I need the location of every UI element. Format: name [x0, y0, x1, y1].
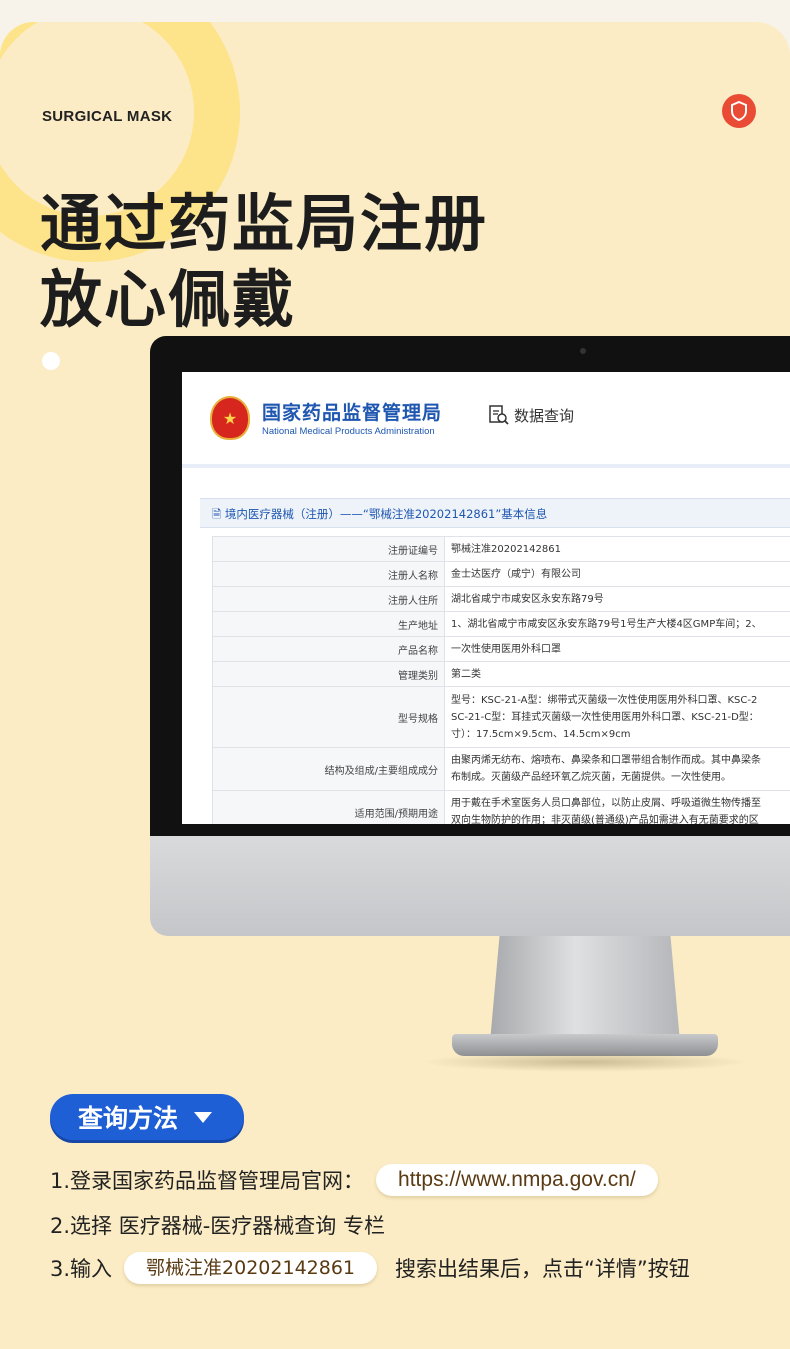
row-label: 注册人住所 [212, 586, 445, 612]
headline-line-1: 通过药监局注册 [40, 187, 489, 260]
table-row: 注册人名称 金士达医疗（咸宁）有限公司 [212, 561, 790, 587]
headline-line-2: 放心佩戴 [40, 263, 297, 336]
row-label: 型号规格 [212, 686, 445, 748]
table-row: 结构及组成/主要组成成分 由聚丙烯无纺布、熔喷布、鼻梁条和口罩带组合制作而成。其… [212, 747, 790, 791]
decorative-dot [42, 352, 60, 370]
table-row: 注册证编号 鄂械注准20202142861 [212, 536, 790, 562]
data-query-link[interactable]: 数据查询 [488, 404, 574, 426]
row-label: 产品名称 [212, 636, 445, 662]
query-method-label: 查询方法 [78, 1104, 179, 1133]
document-icon: 🗎 [212, 507, 222, 521]
row-value: 第二类 [444, 661, 790, 687]
site-name-en: National Medical Products Administration [262, 426, 435, 437]
table-row: 生产地址 1、湖北省咸宁市咸安区永安东路79号1号生产大楼4区GMP车间；2、 [212, 611, 790, 637]
browser-screen: ★ 国家药品监督管理局 National Medical Products Ad… [182, 372, 790, 824]
site-name-cn[interactable]: 国家药品监督管理局 [262, 398, 442, 425]
monitor-stand [490, 936, 680, 1042]
header-divider [182, 464, 790, 468]
kicker-label: SURGICAL MASK [42, 108, 173, 125]
official-site-url[interactable]: https://www.nmpa.gov.cn/ [376, 1164, 658, 1196]
table-row: 管理类别 第二类 [212, 661, 790, 687]
chevron-down-icon [194, 1111, 213, 1123]
row-value: 鄂械注准20202142861 [444, 536, 790, 562]
monitor-shadow [420, 1052, 750, 1072]
step-1-text: 1.登录国家药品监督管理局官网： [50, 1169, 365, 1193]
query-method-button[interactable]: 查询方法 [50, 1094, 244, 1140]
table-row: 型号规格 型号：KSC-21-A型：绑带式灭菌级一次性使用医用外科口罩、KSC-… [212, 686, 790, 748]
table-row: 注册人住所 湖北省咸宁市咸安区永安东路79号 [212, 586, 790, 612]
row-label: 结构及组成/主要组成成分 [212, 747, 445, 791]
record-panel-title-text: 境内医疗器械（注册）——“鄂械注准20202142861”基本信息 [224, 507, 548, 521]
row-label: 适用范围/预期用途 [212, 790, 445, 824]
shield-icon [722, 94, 756, 128]
row-label: 生产地址 [212, 611, 445, 637]
row-value: 湖北省咸宁市咸安区永安东路79号 [444, 586, 790, 612]
row-value: 一次性使用医用外科口罩 [444, 636, 790, 662]
step-3-suffix: 搜索出结果后，点击“详情”按钮 [395, 1257, 690, 1281]
step-2-text: 2.选择 医疗器械-医疗器械查询 专栏 [50, 1214, 385, 1238]
table-row: 产品名称 一次性使用医用外科口罩 [212, 636, 790, 662]
row-value: 1、湖北省咸宁市咸安区永安东路79号1号生产大楼4区GMP车间；2、 [444, 611, 790, 637]
row-value: 用于戴在手术室医务人员口鼻部位，以防止皮屑、呼吸道微生物传播至 双向生物防护的作… [444, 790, 790, 824]
row-value: 由聚丙烯无纺布、熔喷布、鼻梁条和口罩带组合制作而成。其中鼻梁条 布制成。灭菌级产… [444, 747, 790, 791]
monitor-chin [150, 836, 790, 936]
row-label: 管理类别 [212, 661, 445, 687]
step-2: 2.选择 医疗器械-医疗器械查询 专栏 [50, 1210, 385, 1240]
site-header: ★ 国家药品监督管理局 National Medical Products Ad… [182, 372, 790, 468]
step-3: 3.输入 鄂械注准20202142861 搜索出结果后，点击“详情”按钮 [50, 1252, 690, 1284]
step-3-prefix: 3.输入 [50, 1257, 113, 1281]
record-panel-title: 🗎 境内医疗器械（注册）——“鄂械注准20202142861”基本信息 [200, 498, 790, 528]
row-value: 金士达医疗（咸宁）有限公司 [444, 561, 790, 587]
step-1: 1.登录国家药品监督管理局官网： https://www.nmpa.gov.cn… [50, 1164, 658, 1196]
row-label: 注册人名称 [212, 561, 445, 587]
camera-dot [580, 348, 586, 354]
row-label: 注册证编号 [212, 536, 445, 562]
headline: 通过药监局注册 放心佩戴 [40, 186, 488, 338]
national-emblem-icon: ★ [210, 396, 250, 440]
data-query-label: 数据查询 [514, 406, 575, 425]
registration-code-chip[interactable]: 鄂械注准20202142861 [124, 1252, 378, 1284]
registration-info-table: 注册证编号 鄂械注准20202142861 注册人名称 金士达医疗（咸宁）有限公… [212, 536, 790, 824]
document-search-icon [489, 405, 509, 425]
table-row: 适用范围/预期用途 用于戴在手术室医务人员口鼻部位，以防止皮屑、呼吸道微生物传播… [212, 790, 790, 824]
row-value: 型号：KSC-21-A型：绑带式灭菌级一次性使用医用外科口罩、KSC-2 SC-… [444, 686, 790, 748]
